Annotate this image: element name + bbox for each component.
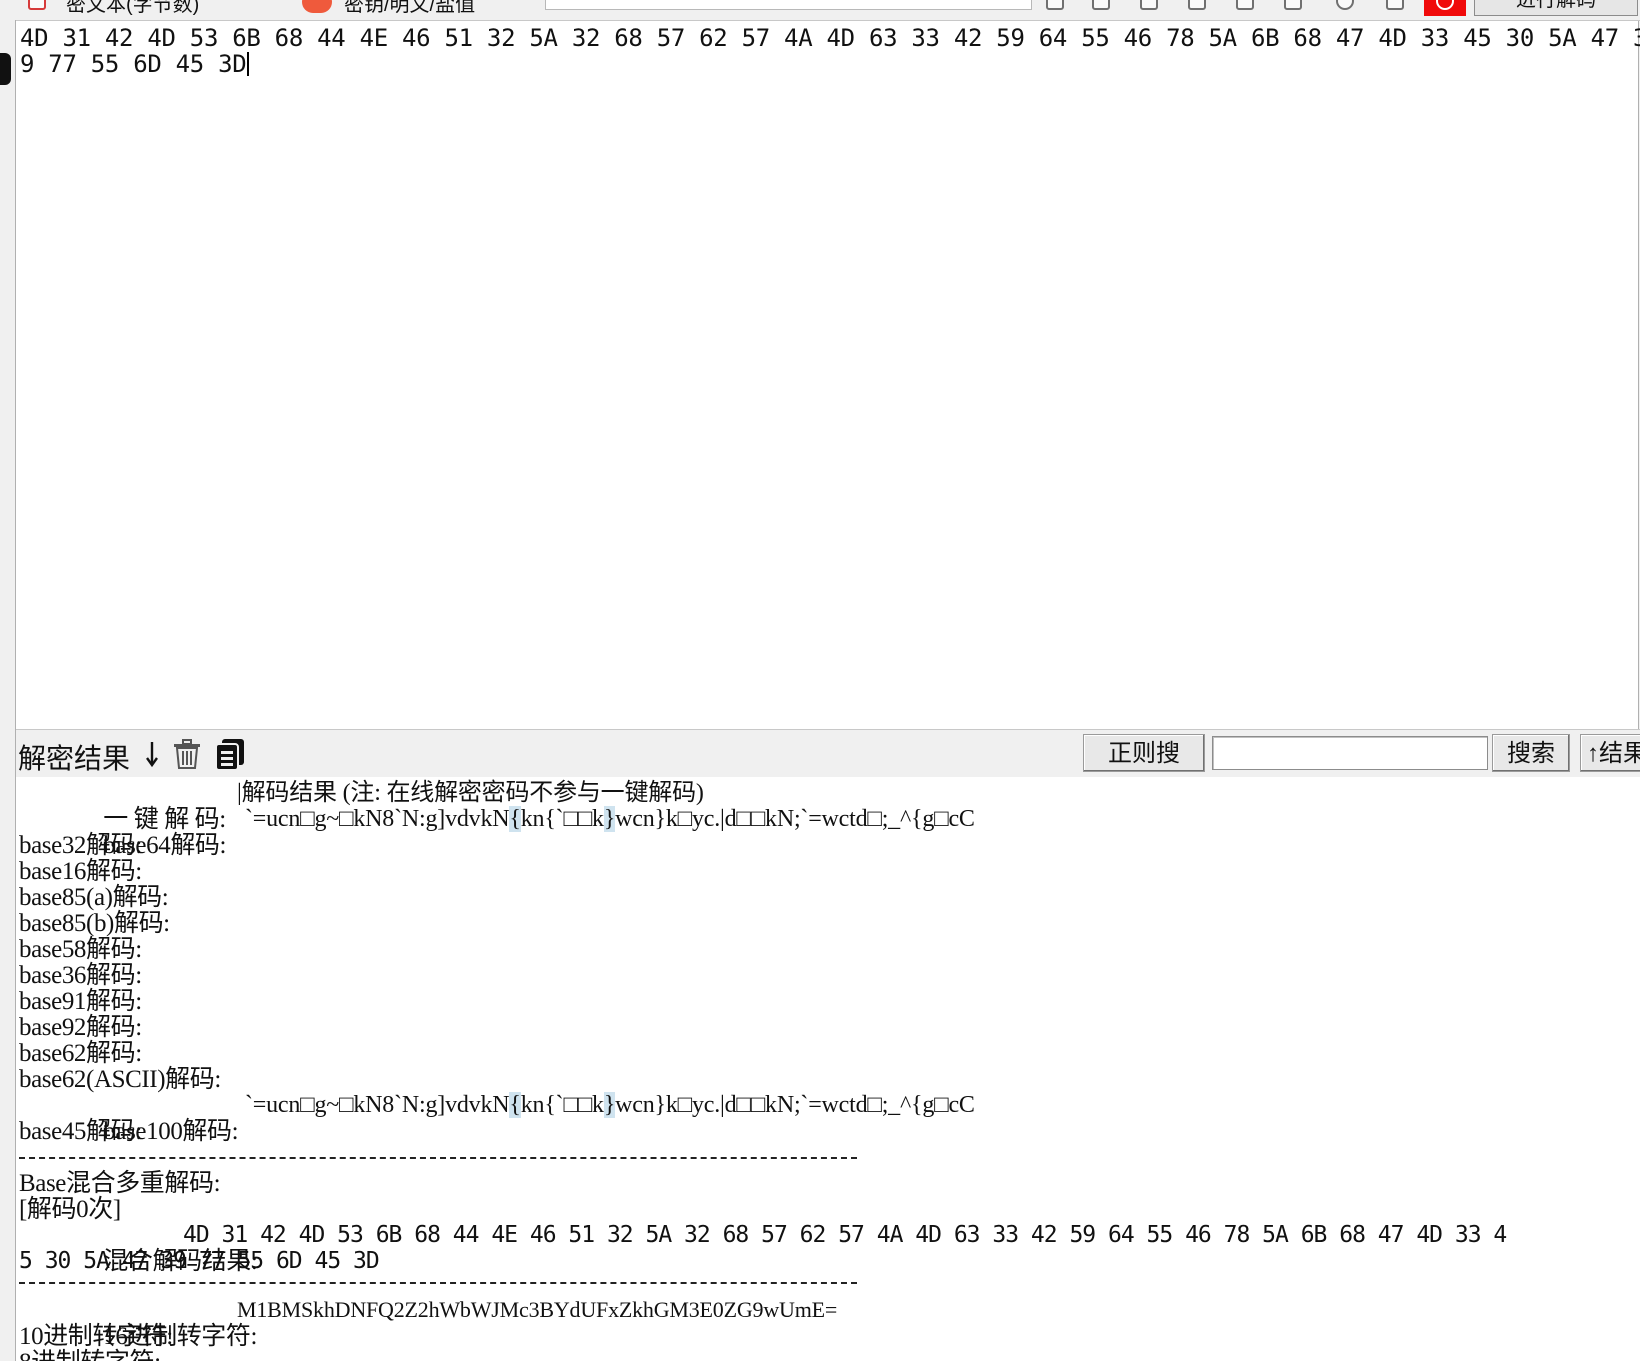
result-row-mix-result: 混合解码结果: 4D 31 42 4D 53 6B 68 44 4E 46 51… bbox=[19, 1222, 1507, 1275]
base62-ascii-label: base62(ASCII)解码: bbox=[19, 1066, 221, 1093]
save-icon[interactable] bbox=[1092, 0, 1110, 10]
result-row-base62: base62解码: bbox=[19, 1040, 142, 1067]
ciphertext-line: 9 77 55 6D 45 3D bbox=[20, 50, 247, 78]
result-row-base16: base16解码: bbox=[19, 858, 142, 885]
ciphertext-editor[interactable]: 4D 31 42 4D 53 6B 68 44 4E 46 51 32 5A 3… bbox=[16, 21, 1640, 729]
result-row-dec: 10进制转字符: bbox=[19, 1323, 173, 1350]
power-icon bbox=[1436, 0, 1454, 10]
left-strip bbox=[0, 20, 16, 1361]
text-caret bbox=[247, 52, 250, 76]
result-title: 解密结果 bbox=[18, 743, 131, 774]
file-icon[interactable] bbox=[28, 0, 46, 10]
base92-label: base92解码: bbox=[19, 1014, 142, 1041]
search-input[interactable] bbox=[1212, 736, 1488, 770]
result-row-mix: Base混合多重解码: bbox=[19, 1170, 221, 1197]
mix-decode-label: Base混合多重解码: bbox=[19, 1170, 221, 1197]
stop-button[interactable] bbox=[1424, 0, 1466, 16]
top-toolbar: 密文本(字节数) 密钥/明文/盐值 进行解码 bbox=[0, 0, 1640, 21]
ciphertext-label: 密文本(字节数) bbox=[66, 0, 200, 16]
base100-value-part: `=ucn□g~□kN8`N:g]vdvkN bbox=[245, 1092, 510, 1118]
copy-icon[interactable] bbox=[1284, 0, 1302, 10]
search-button[interactable]: 搜索 bbox=[1492, 734, 1570, 772]
result-toolbar: 解密结果 正则搜 搜索 ↑结果 bbox=[16, 729, 1640, 778]
base64-value-part: `=ucn□g~□kN8`N:g]vdvkN bbox=[245, 806, 510, 832]
result-row-base91: base91解码: bbox=[19, 988, 142, 1015]
base85b-label: base85(b)解码: bbox=[19, 910, 170, 937]
mix-result-value: 4D 31 42 4D 53 6B 68 44 4E 46 51 32 5A 3… bbox=[183, 1222, 1507, 1248]
base36-label: base36解码: bbox=[19, 962, 142, 989]
oneclick-value: |解码结果 (注: 在线解密密码不参与一键解码) bbox=[237, 780, 704, 806]
highlight-brace: { bbox=[509, 1092, 521, 1118]
result-row-mix-result-cont: 5 30 5A 47 39 77 55 6D 45 3D bbox=[19, 1248, 380, 1274]
previous-result-button[interactable]: ↑结果 bbox=[1580, 734, 1640, 772]
base32-label: base32解码: bbox=[19, 832, 142, 859]
trash-icon[interactable] bbox=[171, 738, 203, 770]
highlight-brace: } bbox=[603, 806, 616, 832]
cursor-icon[interactable] bbox=[1046, 0, 1064, 10]
base85a-label: base85(a)解码: bbox=[19, 884, 169, 911]
result-row-oneclick: 一 键 解 码: |解码结果 (注: 在线解密密码不参与一键解码) bbox=[19, 780, 704, 833]
base64-value: `=ucn□g~□kN8`N:g]vdvkN{kn{`□□k}wcn}k□yc.… bbox=[245, 806, 975, 832]
base100-value-part: wcn}k□yc.|d□□kN;`=wctd□;_^{g□cC bbox=[615, 1092, 975, 1118]
image-icon[interactable] bbox=[1188, 0, 1206, 10]
open-icon[interactable] bbox=[1140, 0, 1158, 10]
copy-icon[interactable] bbox=[213, 737, 247, 771]
result-row-base36: base36解码: bbox=[19, 962, 142, 989]
ciphertext-line: 4D 31 42 4D 53 6B 68 44 4E 46 51 32 5A 3… bbox=[20, 24, 1640, 52]
result-row-base85b: base85(b)解码: bbox=[19, 910, 170, 937]
help-icon[interactable] bbox=[1336, 0, 1354, 10]
result-row-base85a: base85(a)解码: bbox=[19, 884, 169, 911]
highlight-brace: { bbox=[509, 806, 521, 832]
separator bbox=[19, 1282, 857, 1287]
app-window: 密文本(字节数) 密钥/明文/盐值 进行解码 4D 31 42 4D 53 6B… bbox=[0, 0, 1640, 1361]
key-input[interactable] bbox=[545, 0, 1032, 10]
result-row-mix-count: [解码0次] bbox=[19, 1196, 121, 1223]
dec-to-char-label: 10进制转字符: bbox=[19, 1323, 173, 1350]
mix-decode-count: [解码0次] bbox=[19, 1196, 121, 1223]
result-row-base32: base32解码: bbox=[19, 832, 142, 859]
base64-value-part: kn{`□□k bbox=[520, 806, 604, 832]
ciphertext-text[interactable]: 4D 31 42 4D 53 6B 68 44 4E 46 51 32 5A 3… bbox=[20, 24, 1640, 78]
hex-to-char-value: M1BMSkhDNFQ2Z2hWbWJMc3BYdUFxZkhGM3E0ZG9w… bbox=[237, 1297, 838, 1322]
result-row-base64: base64解码: `=ucn□g~□kN8`N:g]vdvkN{kn{`□□k… bbox=[19, 806, 975, 859]
base91-label: base91解码: bbox=[19, 988, 142, 1015]
settings-icon[interactable] bbox=[1386, 0, 1404, 10]
result-row-base100: base100解码: `=ucn□g~□kN8`N:g]vdvkN{kn{`□□… bbox=[19, 1092, 975, 1145]
result-output[interactable]: 一 键 解 码: |解码结果 (注: 在线解密密码不参与一键解码) base64… bbox=[16, 777, 1640, 1361]
mix-result-value: 5 30 5A 47 39 77 55 6D 45 3D bbox=[19, 1248, 380, 1274]
result-row-base62-ascii: base62(ASCII)解码: bbox=[19, 1066, 221, 1093]
regex-search-button[interactable]: 正则搜 bbox=[1083, 734, 1205, 772]
key-label: 密钥/明文/盐值 bbox=[344, 0, 476, 16]
result-row-base58: base58解码: bbox=[19, 936, 142, 963]
base62-label: base62解码: bbox=[19, 1040, 142, 1067]
separator bbox=[19, 1157, 857, 1162]
oct-to-char-label: 8进制转字符: bbox=[19, 1350, 161, 1361]
result-row-hex: 16进制转字符: M1BMSkhDNFQ2Z2hWbWJMc3BYdUFxZkh… bbox=[19, 1297, 837, 1350]
base58-label: base58解码: bbox=[19, 936, 142, 963]
base16-label: base16解码: bbox=[19, 858, 142, 885]
arrow-down-icon[interactable] bbox=[144, 740, 160, 768]
base100-value-part: kn{`□□k bbox=[520, 1092, 604, 1118]
tools-icon[interactable] bbox=[1236, 0, 1254, 10]
splitter-handle[interactable] bbox=[0, 53, 11, 85]
key-icon[interactable] bbox=[302, 0, 332, 13]
base64-value-part: wcn}k□yc.|d□□kN;`=wctd□;_^{g□cC bbox=[615, 806, 975, 832]
highlight-brace: } bbox=[603, 1092, 616, 1118]
result-row-oct: 8进制转字符: bbox=[19, 1349, 161, 1361]
result-row-base92: base92解码: bbox=[19, 1014, 142, 1041]
result-row-base45: base45解码: bbox=[19, 1118, 142, 1145]
decode-button[interactable]: 进行解码 bbox=[1474, 0, 1638, 16]
base100-value: `=ucn□g~□kN8`N:g]vdvkN{kn{`□□k}wcn}k□yc.… bbox=[245, 1092, 975, 1118]
base45-label: base45解码: bbox=[19, 1118, 142, 1145]
